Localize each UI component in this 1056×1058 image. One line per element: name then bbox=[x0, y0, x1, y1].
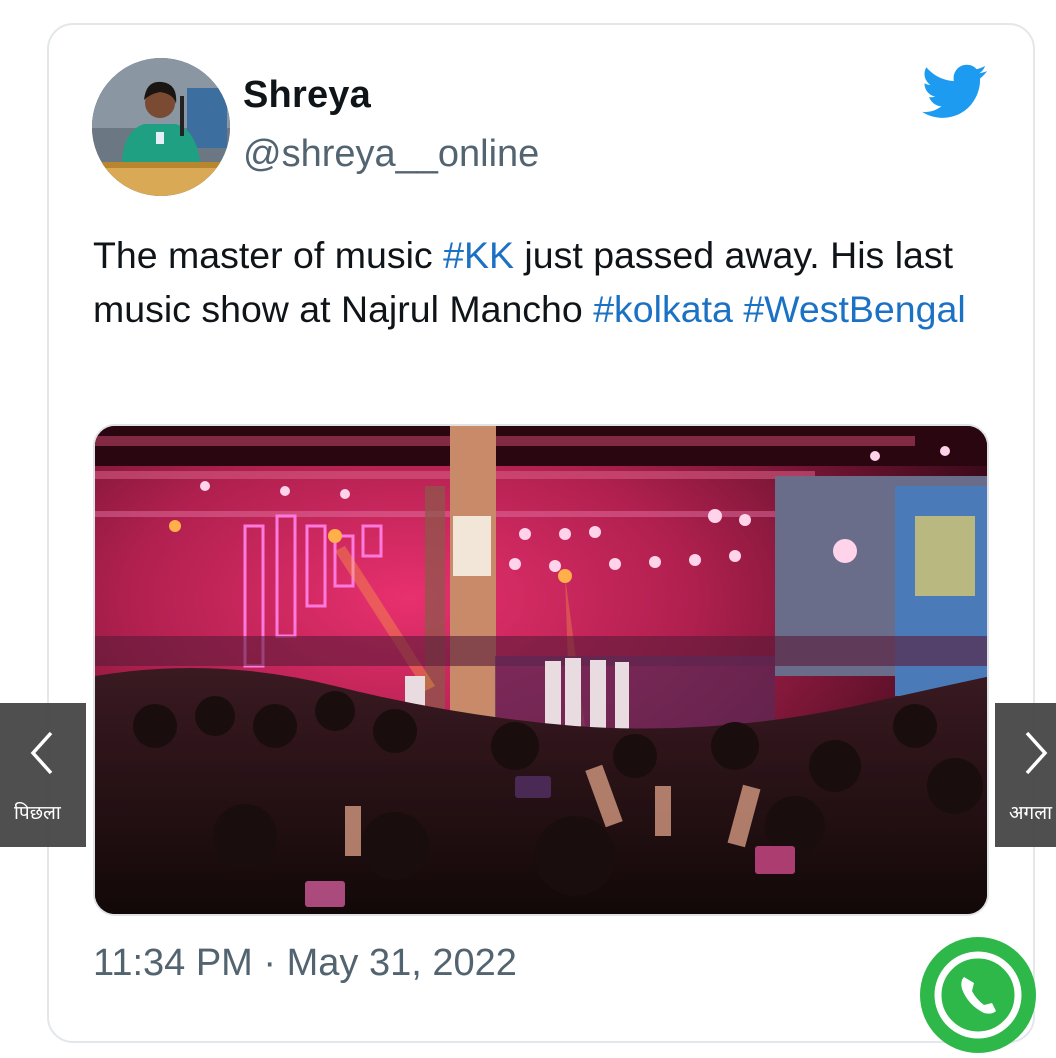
author-name[interactable]: Shreya bbox=[243, 74, 371, 117]
next-button[interactable]: अगला bbox=[995, 703, 1056, 847]
twitter-bird-icon[interactable] bbox=[922, 64, 988, 120]
whatsapp-phone-icon bbox=[934, 951, 1022, 1039]
chevron-right-icon bbox=[1025, 731, 1048, 775]
chevron-left-icon bbox=[30, 731, 53, 775]
whatsapp-share-button[interactable] bbox=[920, 937, 1036, 1053]
hashtag-kolkata[interactable]: #kolkata bbox=[593, 288, 733, 330]
avatar[interactable] bbox=[92, 58, 230, 196]
tweet-timestamp[interactable]: 11:34 PM · May 31, 2022 bbox=[93, 942, 517, 985]
tweet-text-segment: The master of music bbox=[93, 234, 444, 276]
tweet-text-segment bbox=[733, 288, 743, 330]
author-handle[interactable]: @shreya__online bbox=[243, 133, 539, 176]
previous-button[interactable]: पिछला bbox=[0, 703, 86, 847]
next-label: अगला bbox=[1009, 802, 1053, 824]
hashtag-westbengal[interactable]: #WestBengal bbox=[743, 288, 965, 330]
tweet-video-thumbnail[interactable] bbox=[93, 424, 989, 916]
tweet-text: The master of music #KK just passed away… bbox=[93, 228, 973, 336]
hashtag-kk[interactable]: #KK bbox=[443, 234, 514, 276]
previous-label: पिछला bbox=[14, 802, 61, 824]
